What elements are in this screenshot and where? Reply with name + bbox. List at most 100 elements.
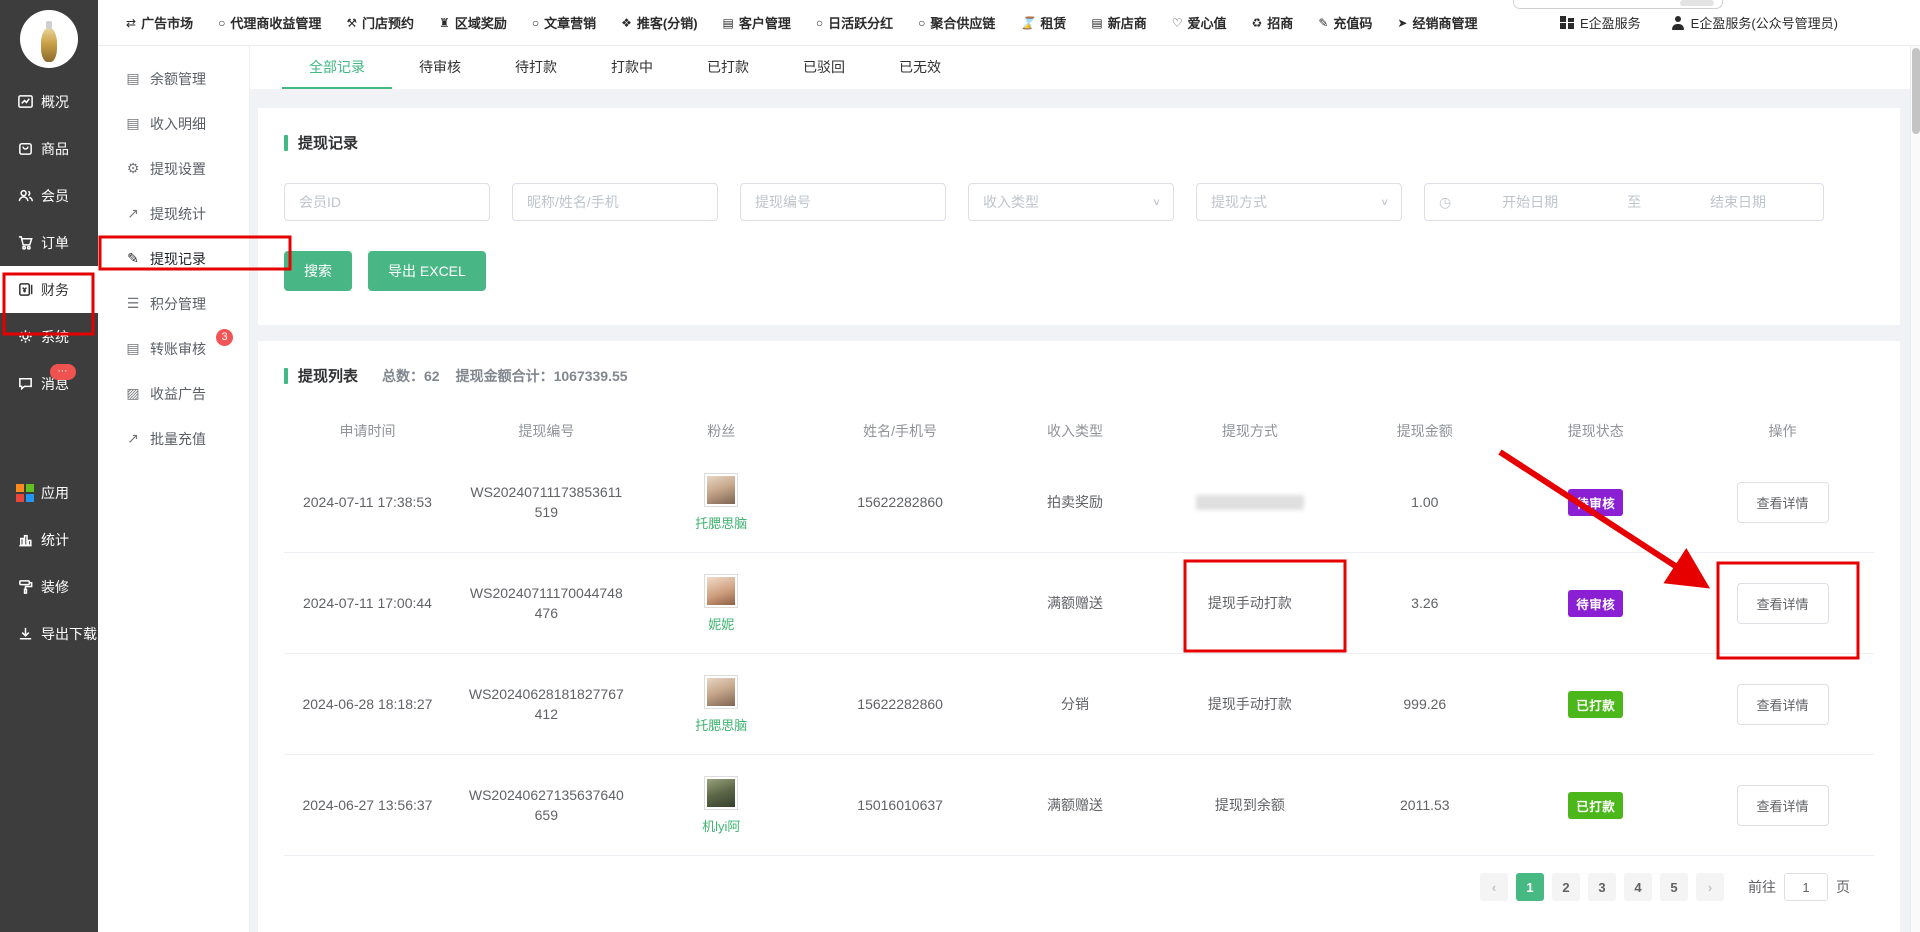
submenu-balance-mgmt[interactable]: ▤余额管理 [98, 56, 249, 101]
tab-invalid[interactable]: 已无效 [872, 46, 968, 89]
page-button-2[interactable]: 2 [1552, 873, 1580, 901]
tab-rejected[interactable]: 已驳回 [776, 46, 872, 89]
nav-investment[interactable]: ♻招商 [1252, 13, 1294, 32]
nav-article-marketing[interactable]: ○文章营销 [532, 13, 596, 32]
amount-sum: 提现金额合计：1067339.55 [456, 366, 628, 386]
next-page-button[interactable]: › [1696, 873, 1724, 901]
gear-icon [16, 328, 34, 346]
nav-recharge-code[interactable]: ✎充值码 [1318, 13, 1372, 32]
export-excel-button[interactable]: 导出 EXCEL [368, 251, 486, 291]
tab-paying[interactable]: 打款中 [584, 46, 680, 89]
sidebar-item-export-download[interactable]: 导出下载 [0, 610, 98, 657]
new-store-icon: ▤ [1091, 16, 1102, 30]
sidebar-item-label: 会员 [41, 186, 69, 206]
avatar[interactable] [704, 574, 738, 608]
nav-ad-market[interactable]: ⇄广告市场 [126, 13, 193, 32]
logo[interactable] [0, 0, 98, 78]
ad-market-icon: ⇄ [126, 16, 136, 30]
sidebar-item-members[interactable]: 会员 [0, 172, 98, 219]
nav-supply-chain[interactable]: ○聚合供应链 [918, 13, 995, 32]
avatar[interactable] [704, 776, 738, 810]
page-button-5[interactable]: 5 [1660, 873, 1688, 901]
cell-phone: 15622282860 [801, 494, 1000, 510]
scrollbar[interactable] [1910, 46, 1920, 932]
withdraw-method-select[interactable]: 提现方式∨ [1196, 183, 1402, 221]
search-button[interactable]: 搜索 [284, 251, 352, 291]
tab-pending-review[interactable]: 待审核 [392, 46, 488, 89]
nav-promoter[interactable]: ❖推客(分销) [621, 13, 697, 32]
submenu-withdraw-settings[interactable]: ⚙提现设置 [98, 146, 249, 191]
sidebar-item-messages[interactable]: 消息 ⋯ [0, 360, 98, 407]
sidebar-item-orders[interactable]: 订单 [0, 219, 98, 266]
nav-leasing[interactable]: ⌛租赁 [1020, 13, 1066, 32]
overview-icon [16, 93, 34, 111]
nav-label: 代理商收益管理 [230, 13, 321, 32]
user-icon [1671, 16, 1685, 30]
sidebar-item-system[interactable]: 系统 [0, 313, 98, 360]
view-detail-button[interactable]: 查看详情 [1737, 785, 1829, 826]
nav-label: 租赁 [1040, 13, 1066, 32]
page-button-4[interactable]: 4 [1624, 873, 1652, 901]
main-content: 全部记录 待审核 待打款 打款中 已打款 已驳回 已无效 提现记录 收入类型∨ … [250, 46, 1910, 932]
submenu-revenue-ads[interactable]: ▨收益广告 [98, 371, 249, 416]
col-method: 提现方式 [1151, 421, 1350, 441]
withdraw-no-input[interactable] [740, 183, 946, 221]
submenu-withdraw-records[interactable]: ✎提现记录 [98, 236, 249, 281]
submenu-label: 提现设置 [150, 159, 206, 179]
table-row: 2024-06-27 13:56:37 WS202406271356376406… [284, 755, 1874, 856]
nav-dealer-mgmt[interactable]: ➤经销商管理 [1397, 13, 1477, 32]
start-date-placeholder: 开始日期 [1459, 192, 1601, 212]
nav-daily-dividend[interactable]: ○日活跃分红 [816, 13, 893, 32]
primary-sidebar: 概况 商品 会员 订单 财务 系统 消息 ⋯ 应用 [0, 0, 98, 932]
submenu-points-mgmt[interactable]: ☰积分管理 [98, 281, 249, 326]
page-button-3[interactable]: 3 [1588, 873, 1616, 901]
page-unit-label: 页 [1836, 877, 1850, 897]
nav-customer-mgmt[interactable]: ▤客户管理 [723, 13, 791, 32]
tab-all-records[interactable]: 全部记录 [282, 46, 392, 89]
scrollbar-thumb[interactable] [1912, 48, 1920, 134]
sidebar-item-apps[interactable]: 应用 [0, 469, 98, 516]
submenu-transfer-review[interactable]: ▤转账审核3 [98, 326, 249, 371]
fan-nickname[interactable]: 托腮思脑 [695, 715, 747, 734]
nav-region-reward[interactable]: ♜区域奖励 [439, 13, 507, 32]
prev-page-button[interactable]: ‹ [1480, 873, 1508, 901]
nav-agent-revenue[interactable]: ○代理商收益管理 [218, 13, 321, 32]
section-title-text: 提现列表 [298, 365, 358, 386]
view-detail-button[interactable]: 查看详情 [1737, 482, 1829, 523]
sidebar-item-decorate[interactable]: 装修 [0, 563, 98, 610]
avatar[interactable] [704, 473, 738, 507]
nickname-input[interactable] [512, 183, 718, 221]
admin-app: 概况 商品 会员 订单 财务 系统 消息 ⋯ 应用 [0, 0, 1920, 932]
nav-love-value[interactable]: ♡爱心值 [1172, 13, 1227, 32]
nav-store-booking[interactable]: ⚒门店预约 [346, 13, 414, 32]
sidebar-item-finance[interactable]: 财务 [0, 266, 98, 313]
tab-pending-payment[interactable]: 待打款 [488, 46, 584, 89]
view-detail-button[interactable]: 查看详情 [1737, 684, 1829, 725]
date-range-picker[interactable]: ◷ 开始日期 至 结束日期 [1424, 183, 1824, 221]
submenu-batch-recharge[interactable]: ↗批量充值 [98, 416, 249, 461]
status-badge: 已打款 [1568, 691, 1623, 718]
sidebar-item-goods[interactable]: 商品 [0, 125, 98, 172]
member-id-input[interactable] [284, 183, 490, 221]
fan-nickname[interactable]: 托腮思脑 [695, 513, 747, 532]
avatar[interactable] [704, 675, 738, 709]
daily-dividend-icon: ○ [816, 16, 823, 30]
sidebar-spacer [0, 407, 98, 469]
chevron-down-icon: ∨ [1152, 196, 1161, 207]
fan-nickname[interactable]: 机lyi阿 [702, 816, 740, 835]
account-menu[interactable]: E企盈服务(公众号管理员) [1671, 13, 1838, 32]
tab-paid[interactable]: 已打款 [680, 46, 776, 89]
sidebar-item-overview[interactable]: 概况 [0, 78, 98, 125]
income-type-select[interactable]: 收入类型∨ [968, 183, 1174, 221]
table-row: 2024-07-11 17:00:44 WS202407111700447484… [284, 553, 1874, 654]
view-detail-button[interactable]: 查看详情 [1737, 583, 1829, 624]
goto-page-input[interactable] [1784, 873, 1828, 901]
sidebar-item-stats[interactable]: 统计 [0, 516, 98, 563]
page-button-1[interactable]: 1 [1516, 873, 1544, 901]
cell-fan: 妮妮 [642, 574, 801, 633]
submenu-withdraw-stats[interactable]: ↗提现统计 [98, 191, 249, 236]
nav-new-store[interactable]: ▤新店商 [1091, 13, 1146, 32]
submenu-income-detail[interactable]: ▤收入明细 [98, 101, 249, 146]
service-menu[interactable]: E企盈服务 [1560, 13, 1640, 32]
fan-nickname[interactable]: 妮妮 [708, 614, 734, 633]
